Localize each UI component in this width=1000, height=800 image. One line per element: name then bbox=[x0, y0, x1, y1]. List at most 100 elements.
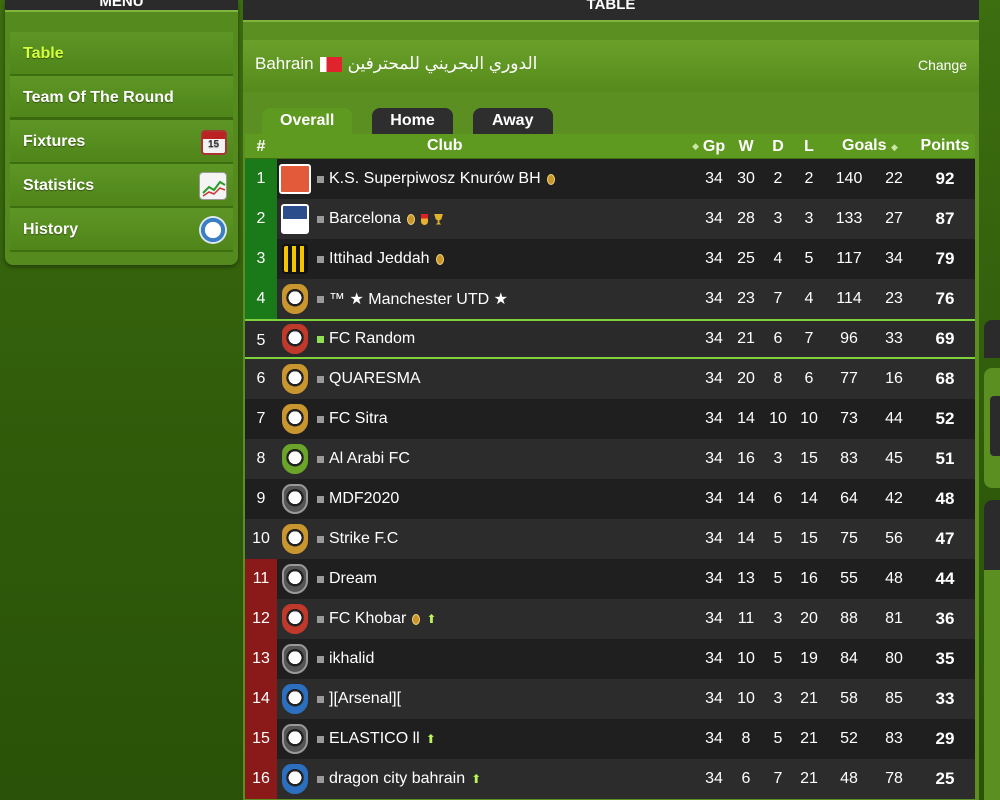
club-badge-icon[interactable] bbox=[282, 764, 308, 794]
table-row[interactable]: 2 Barcelona 34 28 3 3 133 27 87 bbox=[245, 199, 975, 239]
change-league-link[interactable]: Change bbox=[918, 57, 967, 73]
club-badge-icon[interactable] bbox=[282, 524, 308, 554]
club-logo-cell bbox=[277, 644, 313, 674]
club-badge-icon[interactable] bbox=[281, 204, 309, 234]
table-row[interactable]: 5 FC Random 34 21 6 7 96 33 69 bbox=[245, 319, 975, 359]
club-logo-cell bbox=[277, 324, 313, 354]
header-d[interactable]: D bbox=[763, 134, 793, 159]
games-played: 34 bbox=[705, 450, 723, 467]
status-square-icon bbox=[316, 575, 324, 583]
tab-away[interactable]: Away bbox=[472, 108, 553, 134]
club-name[interactable]: Al Arabi FC bbox=[329, 450, 410, 468]
tab-overall[interactable]: Overall bbox=[262, 108, 353, 134]
club-badge-icon[interactable] bbox=[282, 324, 308, 354]
menu-item-statistics[interactable]: Statistics bbox=[10, 164, 233, 208]
club-badge-icon[interactable] bbox=[282, 564, 308, 594]
points: 68 bbox=[935, 369, 955, 388]
draws: 4 bbox=[773, 250, 783, 267]
status-square-icon bbox=[316, 455, 324, 463]
table-row[interactable]: 8 Al Arabi FC 34 16 3 15 83 45 51 bbox=[245, 439, 975, 479]
club-badge-icon[interactable] bbox=[282, 644, 308, 674]
header-club[interactable]: Club ◆ bbox=[277, 137, 699, 155]
menu-item-table[interactable]: Table bbox=[10, 32, 233, 76]
club-name[interactable]: dragon city bahrain bbox=[329, 770, 465, 788]
club-name[interactable]: Barcelona bbox=[329, 210, 401, 228]
club-badge-icon[interactable] bbox=[282, 364, 308, 394]
club-badge-icon[interactable] bbox=[282, 444, 308, 474]
club-name[interactable]: Strike F.C bbox=[329, 530, 398, 548]
goals-against: 56 bbox=[885, 530, 903, 547]
club-name[interactable]: MDF2020 bbox=[329, 490, 399, 508]
club-logo-cell bbox=[277, 524, 313, 554]
table-row[interactable]: 7 FC Sitra 34 14 10 10 73 44 52 bbox=[245, 399, 975, 439]
club-name[interactable]: ikhalid bbox=[329, 650, 374, 668]
menu-item-label: Team Of The Round bbox=[23, 89, 174, 106]
club-name[interactable]: ™ ★ Manchester UTD ★ bbox=[329, 289, 508, 309]
club-badge-icon[interactable] bbox=[282, 404, 308, 434]
header-points[interactable]: Points bbox=[915, 137, 975, 155]
club-badge-icon[interactable] bbox=[279, 164, 311, 194]
club-badge-icon[interactable] bbox=[282, 284, 308, 314]
club-logo-cell bbox=[277, 444, 313, 474]
club-badge-icon[interactable] bbox=[282, 604, 308, 634]
goals-for: 114 bbox=[836, 290, 862, 307]
club-logo-cell bbox=[277, 484, 313, 514]
header-goals[interactable]: Goals ◆ bbox=[825, 137, 915, 155]
points: 69 bbox=[935, 329, 955, 348]
goals-against: 42 bbox=[885, 490, 903, 507]
position-cell: 3 bbox=[245, 239, 277, 279]
goals-against: 23 bbox=[885, 290, 903, 307]
club-name[interactable]: FC Khobar bbox=[329, 610, 406, 628]
header-gp[interactable]: Gp bbox=[699, 134, 729, 159]
header-w[interactable]: W bbox=[729, 134, 763, 159]
wins: 10 bbox=[737, 690, 755, 707]
club-name[interactable]: Dream bbox=[329, 570, 377, 588]
table-row[interactable]: 14][Arsenal][34 10 3 21 58 85 33 bbox=[245, 679, 975, 719]
table-row[interactable]: 4 ™ ★ Manchester UTD ★ 34 23 7 4 114 23 76 bbox=[245, 279, 975, 319]
losses: 2 bbox=[804, 170, 814, 187]
menu-item-team-of-the-round[interactable]: Team Of The Round bbox=[10, 76, 233, 120]
menu-item-fixtures[interactable]: Fixtures 15 bbox=[10, 120, 233, 164]
club-badge-icon[interactable] bbox=[282, 484, 308, 514]
club-logo-cell bbox=[277, 284, 313, 314]
club-badge-icon[interactable] bbox=[282, 684, 308, 714]
table-row[interactable]: 10 Strike F.C 34 14 5 15 75 56 47 bbox=[245, 519, 975, 559]
losses: 3 bbox=[804, 210, 814, 227]
table-row[interactable]: 13 ikhalid 34 10 5 19 84 80 35 bbox=[245, 639, 975, 679]
promoted-arrow-icon: ⬆ bbox=[426, 612, 437, 626]
club-name[interactable]: FC Sitra bbox=[329, 410, 388, 428]
table-row[interactable]: 3 Ittihad Jeddah 34 25 4 5 117 34 79 bbox=[245, 239, 975, 279]
league-table: # Club ◆ Gp W D L Goals ◆ Points 1 K.S. S… bbox=[245, 134, 975, 799]
table-row[interactable]: 16 dragon city bahrain ⬆ 34 6 7 21 48 78 25 bbox=[245, 759, 975, 799]
table-row[interactable]: 6 QUARESMA 34 20 8 6 77 16 68 bbox=[245, 359, 975, 399]
points: 29 bbox=[935, 729, 955, 748]
menu-item-history[interactable]: History bbox=[10, 208, 233, 252]
draws: 3 bbox=[773, 210, 783, 227]
draws: 8 bbox=[773, 370, 783, 387]
club-badge-icon[interactable] bbox=[282, 244, 308, 274]
club-name[interactable]: ELASTICO ll bbox=[329, 730, 420, 748]
status-square-icon bbox=[316, 495, 324, 503]
calendar-icon-text: 15 bbox=[208, 139, 220, 150]
header-l[interactable]: L bbox=[793, 134, 825, 159]
status-square-icon bbox=[316, 175, 324, 183]
club-logo-cell bbox=[277, 684, 313, 714]
club-cell: Ittihad Jeddah bbox=[327, 250, 699, 268]
manager-status-cell bbox=[313, 655, 327, 663]
club-name[interactable]: QUARESMA bbox=[329, 370, 421, 388]
club-name[interactable]: ][Arsenal][ bbox=[329, 690, 401, 708]
table-row[interactable]: 12 FC Khobar ⬆ 34 11 3 20 88 81 36 bbox=[245, 599, 975, 639]
club-badge-icon[interactable] bbox=[282, 724, 308, 754]
clock-icon bbox=[199, 216, 227, 244]
table-row[interactable]: 11 Dream 34 13 5 16 55 48 44 bbox=[245, 559, 975, 599]
club-name[interactable]: K.S. Superpiwosz Knurów BH bbox=[329, 170, 541, 188]
table-row[interactable]: 9 MDF2020 34 14 6 14 64 42 48 bbox=[245, 479, 975, 519]
draws: 5 bbox=[773, 530, 783, 547]
tab-home[interactable]: Home bbox=[372, 108, 453, 134]
club-name[interactable]: Ittihad Jeddah bbox=[329, 250, 430, 268]
draws: 10 bbox=[769, 410, 787, 427]
table-row[interactable]: 1 K.S. Superpiwosz Knurów BH 34 30 2 2 140 22 92 bbox=[245, 159, 975, 199]
table-row[interactable]: 15 ELASTICO ll ⬆ 34 8 5 21 52 83 29 bbox=[245, 719, 975, 759]
club-name[interactable]: FC Random bbox=[329, 330, 415, 348]
header-pos[interactable]: # bbox=[245, 134, 277, 159]
